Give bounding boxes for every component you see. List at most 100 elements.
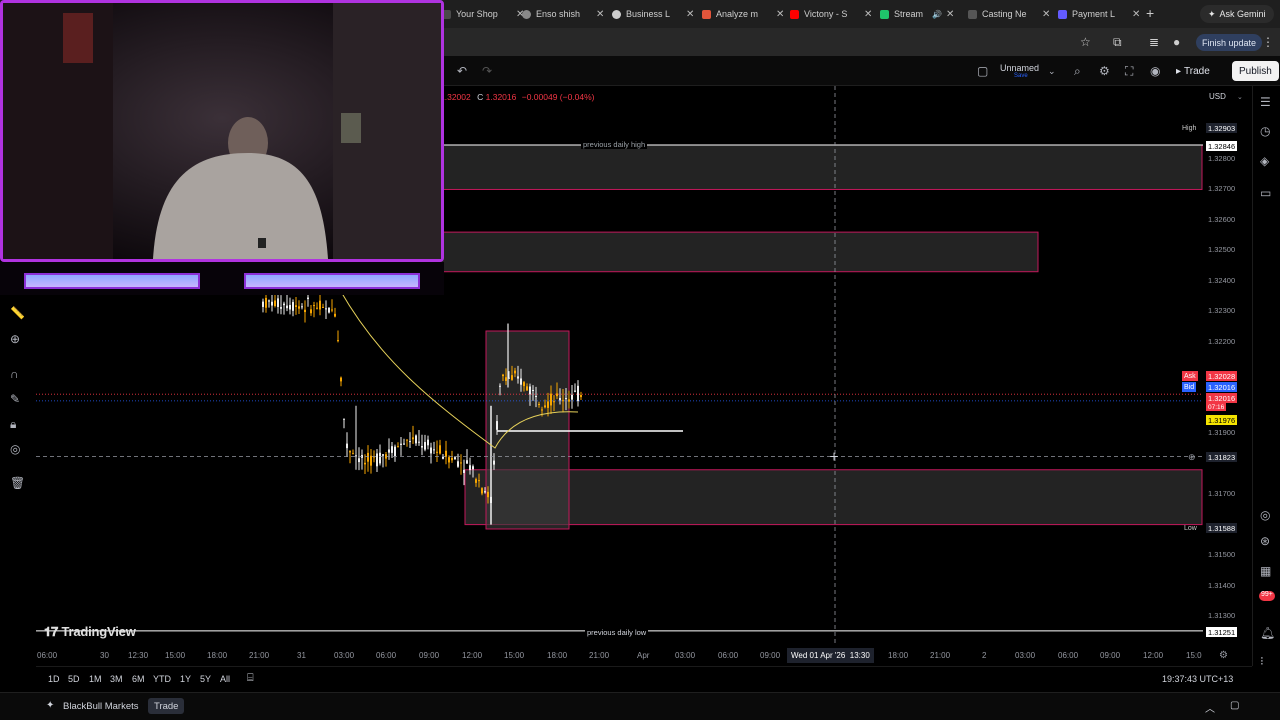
candle-body xyxy=(499,385,501,387)
candle-body xyxy=(406,439,408,441)
close-tab-icon[interactable]: ✕ xyxy=(596,9,604,20)
layout-name[interactable]: Unnamed xyxy=(1000,63,1039,73)
chat-icon[interactable]: ▭ xyxy=(1260,186,1271,200)
ideas-icon[interactable]: ⊛ xyxy=(1260,534,1270,548)
ruler-icon[interactable]: 📏 xyxy=(10,306,25,320)
candle-body xyxy=(577,385,579,402)
tv-logo-icon: 𝟏𝟕 xyxy=(44,624,62,639)
candle-body xyxy=(346,443,348,449)
range-button-ytd[interactable]: YTD xyxy=(153,674,171,684)
lock-icon[interactable]: 🔒︎ xyxy=(10,417,16,432)
broker-trade-button[interactable]: Trade xyxy=(148,698,185,714)
time-settings-icon[interactable]: ⚙ xyxy=(1219,650,1228,661)
currency-selector[interactable]: USD xyxy=(1209,92,1226,101)
range-button-1m[interactable]: 1M xyxy=(89,674,102,684)
quick-search-icon[interactable]: ⌕ xyxy=(1074,64,1081,79)
eye-icon[interactable]: ◎ xyxy=(10,442,20,456)
close-tab-icon[interactable]: ✕ xyxy=(1132,9,1140,20)
range-button-1d[interactable]: 1D xyxy=(48,674,60,684)
settings-gear-icon[interactable]: ⚙ xyxy=(1099,64,1110,78)
close-tab-icon[interactable]: ✕ xyxy=(686,9,694,20)
zoom-in-icon[interactable]: ⊕ xyxy=(10,332,20,346)
layers-icon[interactable]: ◈ xyxy=(1260,154,1269,168)
fullscreen-icon[interactable]: ⛶ xyxy=(1125,64,1133,79)
maximize-panel-icon[interactable]: ▢ xyxy=(1230,700,1239,711)
candle-body xyxy=(322,306,324,308)
utc-clock[interactable]: 19:37:43 UTC+13 xyxy=(1162,674,1233,684)
bookmark-star-icon[interactable]: ☆ xyxy=(1080,35,1091,49)
finish-update-button[interactable]: Finish update xyxy=(1196,34,1263,51)
candle-body xyxy=(454,457,456,460)
calendar-icon[interactable]: ▦ xyxy=(1260,564,1271,578)
low-price-label: 1.31588 xyxy=(1206,523,1238,533)
candle-body xyxy=(475,479,477,483)
candle-body xyxy=(415,435,417,444)
candle-body xyxy=(526,386,528,391)
publish-button[interactable]: Publish xyxy=(1232,61,1279,81)
browser-tab[interactable]: Enso shish ✕ xyxy=(516,3,604,25)
extension-icon[interactable]: ⧉ xyxy=(1113,35,1122,50)
range-button-all[interactable]: All xyxy=(220,674,230,684)
more-apps-icon[interactable]: ⁝ xyxy=(1260,654,1264,668)
redo-icon[interactable]: ↷ xyxy=(482,64,492,78)
range-button-6m[interactable]: 6M xyxy=(132,674,145,684)
camera-snapshot-icon[interactable]: ◉ xyxy=(1150,64,1160,78)
gemini-sparkle-icon: ✦ xyxy=(1208,8,1216,19)
time-tick-label: 06:00 xyxy=(1058,651,1079,660)
browser-tab[interactable]: Business L ✕ xyxy=(606,3,694,25)
trash-icon[interactable]: 🗑︎ xyxy=(10,476,25,490)
candle-body xyxy=(448,457,450,463)
browser-tab[interactable]: Your Shop ✕ xyxy=(436,3,524,25)
layout-square-icon[interactable]: ▢ xyxy=(977,64,988,78)
ask-gemini-button[interactable]: ✦ Ask Gemini xyxy=(1200,5,1274,23)
magnet-icon[interactable]: ∩ xyxy=(10,367,19,381)
profile-avatar-icon[interactable]: ● xyxy=(1173,35,1180,49)
layout-save-hint[interactable]: Save xyxy=(1014,73,1028,79)
close-tab-icon[interactable]: ✕ xyxy=(864,9,872,20)
close-tab-icon[interactable]: ✕ xyxy=(1042,9,1050,20)
range-button-5d[interactable]: 5D xyxy=(68,674,80,684)
chevron-down-icon[interactable]: ⌄ xyxy=(1237,93,1243,101)
tradingview-logo: 𝟏𝟕 TradingView xyxy=(44,624,136,639)
alerts-clock-icon[interactable]: ◷ xyxy=(1260,124,1270,138)
watchlist-icon[interactable]: ☰ xyxy=(1260,95,1271,109)
chevron-down-icon[interactable]: ⌄ xyxy=(1048,66,1056,77)
go-to-date-icon[interactable]: ⌸ xyxy=(247,672,254,685)
close-tab-icon[interactable]: ✕ xyxy=(946,9,954,20)
range-button-1y[interactable]: 1Y xyxy=(180,674,191,684)
time-tick-label: 18:00 xyxy=(888,651,909,660)
undo-icon[interactable]: ↶ xyxy=(457,64,467,78)
browser-tab[interactable]: Casting Ne ✕ xyxy=(962,3,1050,25)
browser-tab[interactable]: Victony - S ✕ xyxy=(784,3,872,25)
range-button-3m[interactable]: 3M xyxy=(110,674,123,684)
candle-body xyxy=(379,452,381,464)
price-tick-label: 1.32600 xyxy=(1208,214,1236,224)
pencil-icon[interactable]: ✎ xyxy=(10,392,20,406)
candle-body xyxy=(274,300,276,307)
audio-icon[interactable]: 🔊 xyxy=(932,10,942,19)
bar-countdown: 07:16 xyxy=(1206,403,1227,411)
zone-box xyxy=(439,231,1039,273)
time-tick-label: 18:00 xyxy=(547,651,568,660)
browser-tab[interactable]: Analyze m ✕ xyxy=(696,3,784,25)
browser-tab[interactable]: Payment L ✕ xyxy=(1052,3,1140,25)
range-button-5y[interactable]: 5Y xyxy=(200,674,211,684)
candle-body xyxy=(433,449,435,451)
broker-name[interactable]: BlackBull Markets xyxy=(63,701,139,712)
media-controls-icon[interactable]: ≣ xyxy=(1149,35,1159,49)
webcam-video xyxy=(0,0,444,262)
candle-body xyxy=(559,397,561,401)
chevron-up-icon[interactable]: ︿ xyxy=(1205,700,1215,715)
browser-tab-active[interactable]: Stream 🔊 ✕ xyxy=(874,3,954,25)
add-alert-icon[interactable]: ⊕ xyxy=(1188,452,1196,463)
target-icon[interactable]: ◎ xyxy=(1260,508,1270,522)
time-tick-label: 06:00 xyxy=(718,651,739,660)
candle-body xyxy=(442,456,444,459)
time-tick-label: 21:00 xyxy=(589,651,610,660)
bid-price-label: 1.32016 xyxy=(1206,382,1238,392)
new-tab-button[interactable]: + xyxy=(1146,5,1154,21)
price-scale[interactable] xyxy=(1203,86,1252,646)
trade-button[interactable]: ▸ Trade xyxy=(1170,61,1216,81)
more-menu-icon[interactable]: ⋮ xyxy=(1262,35,1274,49)
bell-icon[interactable]: 🔔︎ xyxy=(1260,626,1275,640)
